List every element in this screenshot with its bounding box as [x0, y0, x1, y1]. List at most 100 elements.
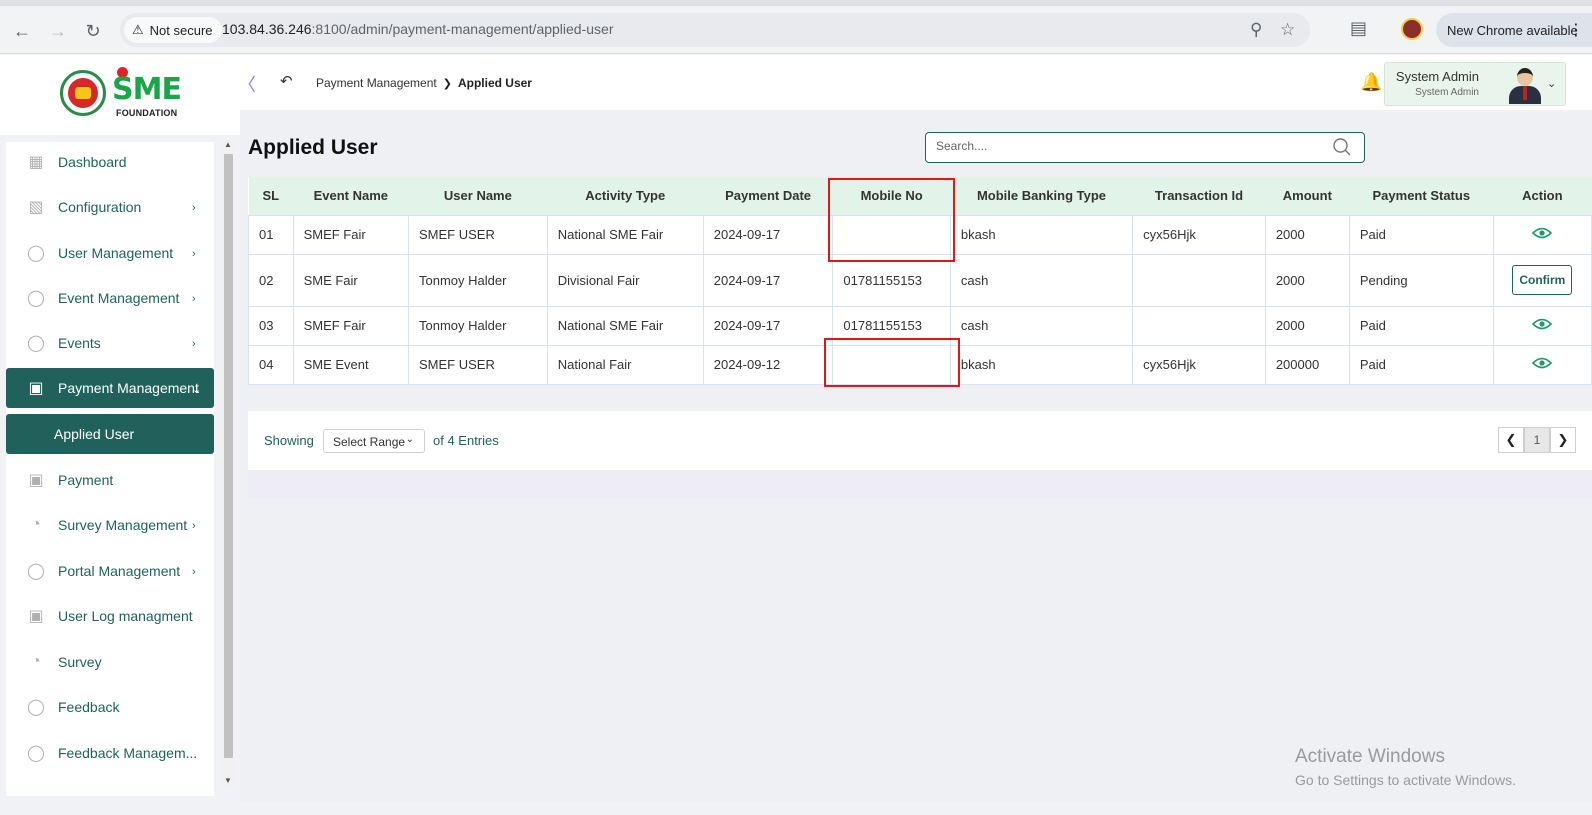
lock-icon: ◯ [27, 290, 45, 307]
breadcrumb-parent[interactable]: Payment Management [316, 76, 437, 90]
reload-icon[interactable]: ↻ [82, 20, 104, 42]
range-select[interactable]: Select Range ⌄ [323, 429, 425, 453]
sidebar-item-feedback-management[interactable]: ◯ Feedback Managem... [6, 733, 214, 773]
column-header[interactable]: Transaction Id [1132, 177, 1266, 215]
sidebar-item-label: Survey Management [58, 517, 188, 533]
pie-icon: ◔ [31, 653, 41, 670]
forward-arrow-icon[interactable]: → [47, 20, 69, 42]
cell-amount: 2000 [1264, 214, 1350, 255]
search-input[interactable] [936, 139, 1316, 153]
scroll-down-icon[interactable]: ▼ [224, 776, 232, 785]
avatar [1507, 66, 1543, 104]
page-number-button[interactable]: 1 [1524, 427, 1550, 453]
column-header[interactable]: Amount [1265, 177, 1350, 215]
sidebar-scrollbar[interactable]: ▲ ▼ [222, 140, 235, 788]
sidebar-item-event-management[interactable]: ◯ Event Management › [6, 278, 214, 318]
cell-date: 2024-09-17 [702, 253, 834, 307]
cell-status: Paid [1348, 214, 1494, 255]
search-icon[interactable] [1332, 137, 1352, 157]
sidebar-item-label: Payment [58, 472, 114, 488]
search-box[interactable] [925, 132, 1365, 163]
user-name: System Admin [1395, 69, 1479, 84]
column-header[interactable]: SL [248, 177, 294, 215]
scroll-up-icon[interactable]: ▲ [224, 140, 232, 149]
cell-txn [1132, 305, 1266, 346]
profile-avatar[interactable] [1401, 18, 1423, 40]
cell-user: Tonmoy Halder [408, 305, 548, 346]
sidebar-item-payment[interactable]: ▣ Payment [6, 460, 214, 500]
cell-date: 2024-09-17 [702, 214, 834, 255]
url-text[interactable]: 103.84.36.246:8100/admin/payment-managem… [222, 21, 614, 37]
sidebar-item-dashboard[interactable]: ▦ Dashboard [6, 142, 214, 182]
sidebar-item-applied-user[interactable]: Applied User [6, 414, 214, 454]
security-chip[interactable]: ⚠ Not secure [124, 17, 222, 43]
sidebar-item-label: Survey [58, 654, 102, 670]
sidebar-item-payment-management[interactable]: ▣ Payment Management ⌄ [6, 368, 214, 408]
chevron-right-icon: › [192, 520, 196, 532]
sidebar-item-user-log[interactable]: ▣ User Log managment [6, 596, 214, 636]
chevron-right-icon: › [192, 202, 196, 214]
sme-foundation-logo[interactable]: SME FOUNDATION [60, 67, 182, 120]
column-header[interactable]: Event Name [293, 177, 409, 215]
zoom-icon[interactable]: ⚲ [1250, 20, 1262, 40]
cell-event: SMEF Fair [292, 214, 410, 255]
sidebar-item-survey[interactable]: ◔ Survey [6, 642, 214, 682]
sidebar-item-feedback[interactable]: ◯ Feedback [6, 687, 214, 727]
sidebar-item-label: User Log managment [58, 608, 193, 624]
cell-date: 2024-09-17 [702, 305, 834, 346]
star-icon[interactable]: ☆ [1280, 20, 1295, 40]
extensions-icon[interactable]: ▤ [1350, 18, 1367, 39]
collapse-sidebar-icon[interactable]: 〈 [238, 71, 256, 97]
eye-view-icon[interactable] [1532, 226, 1553, 240]
user-menu[interactable]: System Admin System Admin ⌄ [1384, 62, 1566, 106]
sidebar-item-events[interactable]: ◯ Events › [6, 323, 214, 363]
cell-amount: 2000 [1264, 253, 1350, 307]
cell-event: SMEF Fair [292, 305, 410, 346]
sidebar-item-label: Configuration [58, 199, 142, 215]
column-header[interactable]: Mobile Banking Type [950, 177, 1133, 215]
column-header: Action [1493, 177, 1592, 215]
column-header[interactable]: User Name [408, 177, 548, 215]
chevron-right-icon: ❯ [442, 77, 452, 90]
chevron-right-icon: › [192, 566, 196, 578]
back-arrow-icon[interactable]: ← [11, 20, 33, 42]
sidebar-item-survey-management[interactable]: ◔ Survey Management › [6, 505, 214, 545]
update-label: New Chrome available [1447, 23, 1578, 38]
column-header[interactable]: Payment Date [703, 177, 833, 215]
eye-view-icon[interactable] [1532, 356, 1553, 370]
range-select-value: Select Range [333, 435, 406, 449]
cell-activity: National Fair [546, 344, 704, 385]
sidebar-item-user-management[interactable]: ◯ User Management › [6, 233, 214, 273]
column-header[interactable]: Activity Type [547, 177, 704, 215]
lock-icon: ◯ [27, 563, 45, 580]
money-icon: ▣ [28, 380, 44, 397]
sidebar-item-label: Dashboard [58, 154, 127, 170]
sidebar-item-configuration[interactable]: ▧ Configuration › [6, 187, 214, 227]
sidebar-item-portal-management[interactable]: ◯ Portal Management › [6, 551, 214, 591]
table-footer-strip [248, 470, 1592, 498]
highlight-box-mobile-header [828, 178, 955, 262]
bangladesh-seal-icon [60, 70, 106, 116]
sidebar-item-label: Feedback Managem... [58, 745, 198, 761]
breadcrumb-current: Applied User [457, 76, 532, 90]
chrome-update-chip[interactable]: New Chrome available ⋮ [1436, 13, 1592, 47]
scrollbar-thumb[interactable] [224, 154, 233, 758]
cell-activity: National SME Fair [546, 214, 704, 255]
bell-icon[interactable]: 🔔 [1360, 72, 1382, 93]
chevron-down-icon: ⌄ [1547, 78, 1557, 90]
grid-icon: ▦ [28, 154, 44, 171]
next-page-button[interactable]: ❯ [1550, 427, 1576, 453]
feedback-icon: ◯ [27, 745, 45, 762]
prev-page-button[interactable]: ❮ [1498, 427, 1524, 453]
cell-sl: 01 [248, 214, 294, 255]
cell-action [1492, 305, 1592, 346]
confirm-button[interactable]: Confirm [1512, 265, 1573, 295]
logo-subtitle: FOUNDATION [116, 108, 178, 118]
cell-user: SMEF USER [408, 344, 548, 385]
undo-back-icon[interactable]: ↶ [280, 72, 293, 90]
address-bar[interactable]: ⚠ Not secure 103.84.36.246:8100/admin/pa… [120, 13, 1310, 47]
cell-user: SMEF USER [408, 214, 548, 255]
column-header[interactable]: Payment Status [1349, 177, 1494, 215]
eye-view-icon[interactable] [1532, 317, 1553, 331]
menu-dots-icon[interactable]: ⋮ [1568, 20, 1584, 40]
